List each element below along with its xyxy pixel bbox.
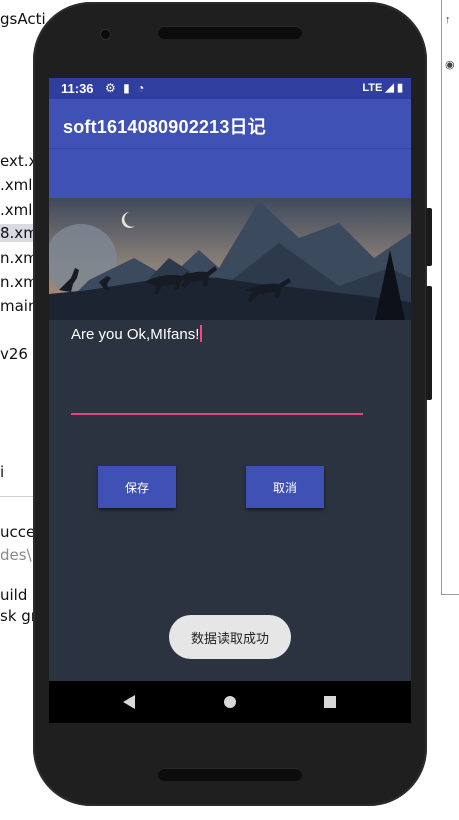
status-right: LTE ◢ ▮ — [362, 81, 403, 94]
ide-right-border-bottom — [441, 594, 459, 595]
ide-line[interactable]: gsActi — [0, 10, 46, 28]
ide-right-panel — [440, 0, 459, 820]
ide-line[interactable]: i — [0, 463, 4, 481]
battery-icon: ▮ — [396, 82, 403, 94]
sd-card-icon: ▮ — [123, 81, 130, 95]
navigation-bar — [49, 681, 411, 723]
app-bar: soft1614080902213日记 — [49, 99, 411, 148]
diary-input[interactable] — [71, 383, 363, 415]
ide-line[interactable]: v26 — [0, 345, 28, 363]
toolbar-extension — [49, 148, 411, 199]
power-button[interactable] — [426, 208, 432, 266]
ide-log-line: ucce — [0, 523, 36, 541]
signal-icon: ◢ — [385, 82, 394, 94]
status-bar: 11:36 ⚙ ▮ ◔ LTE ◢ ▮ — [49, 78, 411, 99]
top-speaker — [158, 26, 302, 39]
network-type: LTE — [362, 82, 383, 94]
save-button[interactable]: 保存 — [98, 466, 176, 508]
bottom-speaker — [158, 768, 302, 781]
home-icon[interactable] — [224, 696, 236, 708]
ide-eye-icon[interactable]: ◉ — [445, 58, 455, 71]
front-camera — [101, 30, 110, 39]
device-screen: 11:36 ⚙ ▮ ◔ LTE ◢ ▮ soft1614080902213日记 — [49, 78, 411, 723]
text-cursor — [200, 325, 203, 342]
ide-log-line: uild — [0, 586, 28, 604]
ide-line[interactable]: ext.x — [0, 152, 37, 170]
wifi-icon: ◔ — [137, 81, 145, 95]
app-title: soft1614080902213日记 — [63, 117, 266, 137]
status-icons: ⚙ ▮ ◔ — [105, 81, 144, 95]
greeting-label: Are you Ok,MIfans! — [71, 326, 200, 343]
status-time: 11:36 — [61, 81, 94, 96]
settings-icon: ⚙ — [105, 81, 116, 95]
night-landscape-illustration — [49, 198, 411, 320]
ide-line[interactable]: .xml — [0, 176, 32, 194]
ide-right-border — [441, 0, 442, 595]
recent-apps-icon[interactable] — [324, 696, 336, 708]
ide-arrow-icon[interactable]: ↑ — [445, 14, 451, 26]
volume-button[interactable] — [426, 286, 432, 400]
header-banner-image — [49, 198, 411, 320]
ide-line[interactable]: .xml — [0, 201, 32, 219]
cancel-button[interactable]: 取消 — [246, 466, 324, 508]
greeting-text: Are you Ok,MIfans! — [71, 325, 203, 343]
back-icon[interactable] — [123, 695, 135, 709]
ide-log-line: des\ — [0, 546, 32, 564]
toast-message: 数据读取成功 — [169, 615, 291, 659]
